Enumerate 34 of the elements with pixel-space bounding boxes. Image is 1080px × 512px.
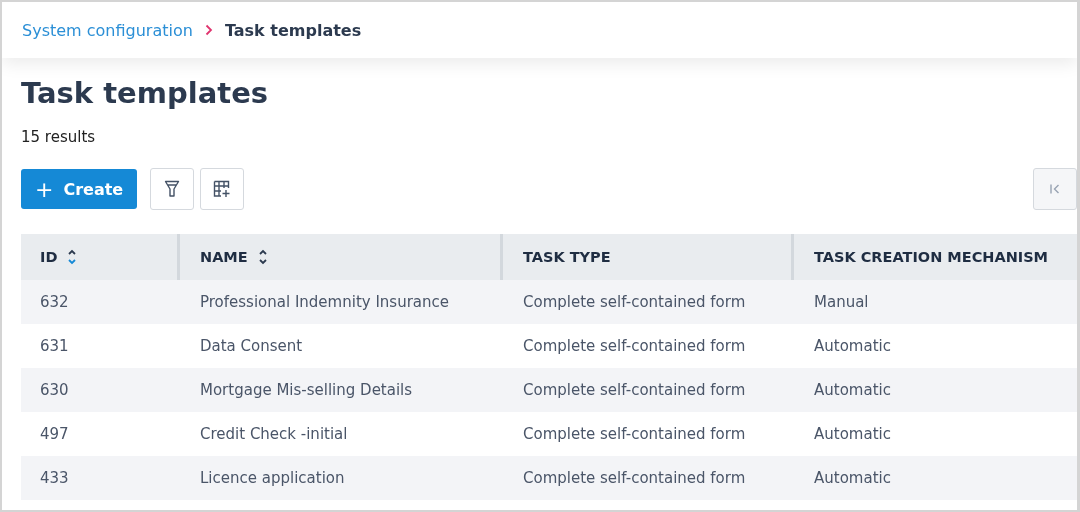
table-cell: Complete self-contained form bbox=[523, 469, 746, 487]
filter-button[interactable] bbox=[150, 168, 195, 210]
table-cell: Data Consent bbox=[200, 337, 303, 355]
table-cell: Automatic bbox=[814, 425, 891, 443]
table-cell: Licence application bbox=[200, 469, 345, 487]
create-button[interactable]: + Create bbox=[21, 169, 138, 209]
table-cell: Credit Check -initial bbox=[200, 425, 348, 443]
add-column-button[interactable] bbox=[200, 168, 245, 210]
table-cell: Automatic bbox=[814, 381, 891, 399]
breadcrumb-link[interactable]: System configuration bbox=[22, 20, 193, 40]
sort-icon[interactable] bbox=[67, 247, 78, 267]
table-cell: Automatic bbox=[814, 337, 891, 355]
table-cell: Complete self-contained form bbox=[523, 293, 746, 311]
table-add-icon bbox=[213, 180, 232, 198]
table-cell: Manual bbox=[814, 293, 869, 311]
table-cell: Automatic bbox=[814, 469, 891, 487]
table-cell: 497 bbox=[40, 425, 69, 443]
table-cell: Mortgage Mis-selling Details bbox=[200, 381, 413, 399]
table-cell: 631 bbox=[40, 337, 69, 355]
table-cell: Complete self-contained form bbox=[523, 425, 746, 443]
breadcrumb-current: Task templates bbox=[224, 20, 362, 40]
chevron-icon bbox=[204, 24, 213, 36]
table-cell: Professional Indemnity Insurance bbox=[200, 293, 449, 311]
result-count: 15 results bbox=[21, 128, 97, 146]
sort-icon[interactable] bbox=[257, 247, 268, 267]
table-cell: 630 bbox=[40, 381, 69, 399]
page-title: Task templates bbox=[21, 75, 270, 112]
table-cell: Complete self-contained form bbox=[523, 337, 746, 355]
first-page-icon bbox=[1049, 183, 1061, 195]
table-cell: 632 bbox=[40, 293, 69, 311]
column-header[interactable]: ID bbox=[21, 234, 177, 280]
table-cell: 433 bbox=[40, 469, 69, 487]
filter-icon bbox=[164, 180, 181, 198]
table-cell: Complete self-contained form bbox=[523, 381, 746, 399]
